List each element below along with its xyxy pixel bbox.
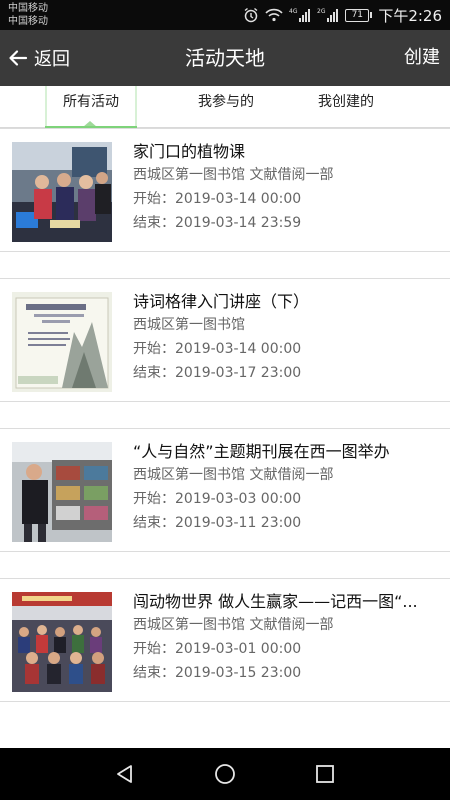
- list-item[interactable]: “人与自然”主题期刊展在西一图举办 西城区第一图书馆 文献借阅一部 开始：201…: [0, 428, 450, 552]
- list-item[interactable]: 家门口的植物课 西城区第一图书馆 文献借阅一部 开始：2019-03-14 00…: [0, 128, 450, 252]
- activity-location: 西城区第一图书馆: [133, 317, 245, 333]
- activity-end: 结束：2019-03-15 23:00: [133, 665, 302, 681]
- status-icons: 4G 2G 71 下午2:26: [243, 5, 442, 25]
- tab-created[interactable]: 我创建的: [300, 86, 392, 128]
- list-item[interactable]: 闯动物世界 做人生赢家——记西一图“... 西城区第一图书馆 文献借阅一部 开始…: [0, 578, 450, 702]
- activity-thumbnail: [12, 292, 112, 392]
- activity-title: 诗词格律入门讲座（下）: [133, 292, 310, 311]
- activity-thumbnail: [12, 442, 112, 542]
- arrow-left-icon: [8, 48, 28, 68]
- wifi-icon: [265, 8, 283, 22]
- activity-start: 开始：2019-03-03 00:00: [133, 491, 302, 507]
- activity-location: 西城区第一图书馆 文献借阅一部: [133, 167, 334, 183]
- list-item[interactable]: 诗词格律入门讲座（下） 西城区第一图书馆 开始：2019-03-14 00:00…: [0, 278, 450, 402]
- activity-title: “人与自然”主题期刊展在西一图举办: [133, 442, 390, 461]
- home-circle-icon[interactable]: [213, 762, 237, 786]
- system-nav-bar: [0, 748, 450, 800]
- battery-level: 71: [345, 8, 370, 22]
- status-bar: 中国移动 中国移动 4G 2G 71 下午2:26: [0, 0, 450, 30]
- back-triangle-icon[interactable]: [113, 762, 137, 786]
- activity-location: 西城区第一图书馆 文献借阅一部: [133, 467, 334, 483]
- activity-tabs: 所有活动 我参与的 我创建的: [0, 86, 450, 129]
- tab-joined[interactable]: 我参与的: [180, 86, 272, 128]
- activity-start: 开始：2019-03-14 00:00: [133, 191, 302, 207]
- activity-end: 结束：2019-03-11 23:00: [133, 515, 302, 531]
- tab-label: 所有活动: [63, 94, 119, 110]
- activity-location: 西城区第一图书馆 文献借阅一部: [133, 617, 334, 633]
- carrier-2: 中国移动: [8, 16, 48, 27]
- network-label-2: 2G: [317, 8, 326, 15]
- activity-title: 闯动物世界 做人生赢家——记西一图“...: [133, 592, 418, 611]
- tab-label: 我创建的: [318, 94, 374, 110]
- tab-all-activities[interactable]: 所有活动: [45, 86, 137, 129]
- activity-thumbnail: [12, 592, 112, 692]
- activity-end: 结束：2019-03-17 23:00: [133, 365, 302, 381]
- back-button[interactable]: 返回: [8, 30, 70, 86]
- activity-thumbnail: [12, 142, 112, 242]
- activity-title: 家门口的植物课: [133, 142, 246, 161]
- signal-icon: 2G: [317, 8, 339, 22]
- status-time: 下午2:26: [378, 6, 442, 25]
- tab-label: 我参与的: [198, 94, 254, 110]
- recents-square-icon[interactable]: [313, 762, 337, 786]
- signal-icon: 4G: [289, 8, 311, 22]
- carrier-1: 中国移动: [8, 3, 48, 14]
- app-header: 返回 活动天地 创建: [0, 30, 450, 86]
- carrier-labels: 中国移动 中国移动: [8, 2, 48, 28]
- activity-end: 结束：2019-03-14 23:59: [133, 215, 302, 231]
- network-label-1: 4G: [289, 8, 298, 15]
- alarm-icon: [243, 7, 259, 23]
- create-button[interactable]: 创建: [404, 30, 440, 86]
- back-label: 返回: [34, 49, 70, 70]
- battery-icon: 71: [345, 8, 373, 22]
- activity-start: 开始：2019-03-01 00:00: [133, 641, 302, 657]
- activity-start: 开始：2019-03-14 00:00: [133, 341, 302, 357]
